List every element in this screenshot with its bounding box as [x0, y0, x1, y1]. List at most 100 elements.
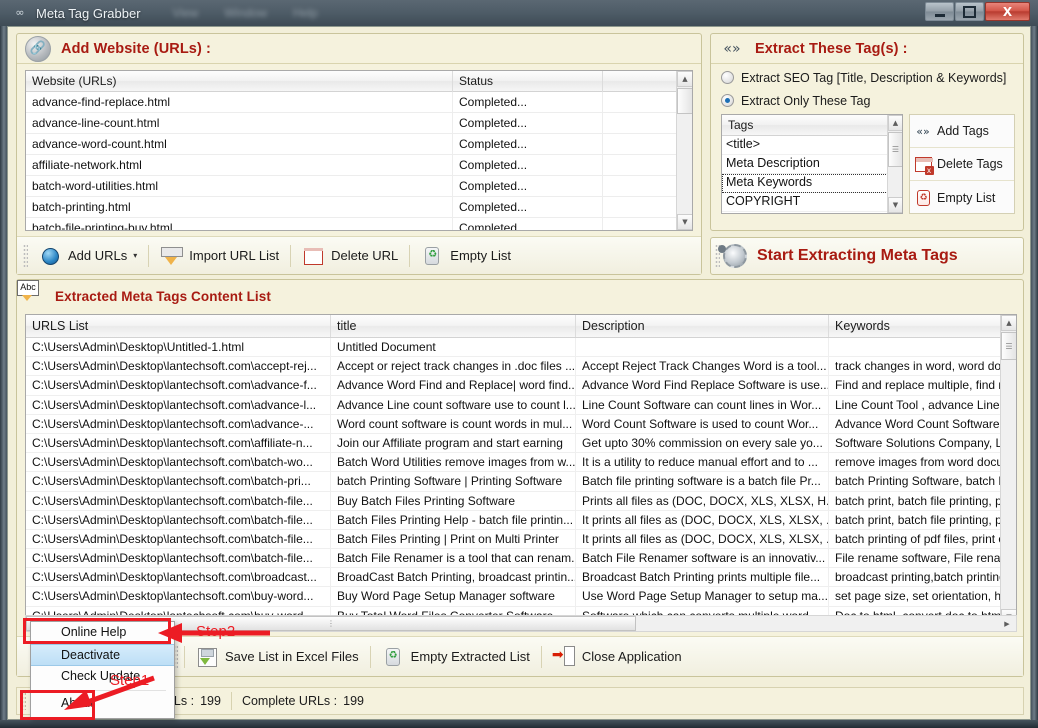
cell-urls-list: C:\Users\Admin\Desktop\Untitled-1.html: [26, 338, 331, 357]
table-row[interactable]: C:\Users\Admin\Desktop\lantechsoft.com\a…: [26, 376, 1016, 396]
table-row[interactable]: C:\Users\Admin\Desktop\lantechsoft.com\b…: [26, 587, 1016, 607]
table-row[interactable]: advance-line-count.html Completed...: [26, 113, 692, 134]
menu-bar[interactable]: View Window Help: [173, 6, 318, 20]
chevron-down-icon[interactable]: ▾: [133, 251, 137, 260]
tag-list-item[interactable]: Meta Description: [722, 155, 902, 174]
extracted-grid-vertical-scrollbar[interactable]: ▲ ☰ ▼: [1000, 315, 1016, 625]
column-header-description[interactable]: Description: [576, 315, 829, 337]
table-row[interactable]: advance-word-count.html Completed...: [26, 134, 692, 155]
import-url-list-label: Import URL List: [189, 248, 280, 263]
hscroll-right-icon[interactable]: ▶: [999, 616, 1015, 631]
tags-scrollbar-thumb[interactable]: ☰: [888, 132, 902, 167]
close-application-button[interactable]: Close Application: [545, 642, 690, 672]
title-bar: ∞ Meta Tag Grabber View Window Help X: [0, 0, 1038, 26]
menu-item-deactivate[interactable]: Deactivate: [31, 644, 174, 666]
tags-column-header[interactable]: Tags: [722, 115, 902, 136]
cell-description: Get upto 30% commission on every sale yo…: [576, 433, 829, 453]
menu-item-help[interactable]: Help: [293, 6, 318, 20]
empty-list-button[interactable]: Empty List: [413, 241, 519, 271]
table-row[interactable]: batch-word-utilities.html Completed...: [26, 176, 692, 197]
table-row[interactable]: C:\Users\Admin\Desktop\lantechsoft.com\a…: [26, 395, 1016, 415]
table-row[interactable]: C:\Users\Admin\Desktop\lantechsoft.com\a…: [26, 433, 1016, 454]
scroll-up-icon[interactable]: ▲: [677, 71, 692, 87]
delete-tags-button[interactable]: Delete Tags: [910, 148, 1014, 181]
table-row[interactable]: C:\Users\Admin\Desktop\lantechsoft.com\b…: [26, 529, 1016, 550]
extracted-scrollbar-thumb[interactable]: ☰: [1001, 332, 1016, 360]
recycle-bin-icon-2: [382, 646, 404, 668]
add-tags-button[interactable]: «» Add Tags: [910, 115, 1014, 148]
cell-description: Use Word Page Setup Manager to setup ma.…: [576, 587, 829, 606]
cell-status: Completed...: [453, 197, 603, 217]
table-row[interactable]: C:\Users\Admin\Desktop\lantechsoft.com\a…: [26, 357, 1016, 377]
cell-keywords: remove images from word docum: [829, 453, 1002, 472]
cell-urls-list: C:\Users\Admin\Desktop\lantechsoft.com\b…: [26, 549, 331, 568]
table-row[interactable]: C:\Users\Admin\Desktop\lantechsoft.com\b…: [26, 568, 1016, 588]
cell-urls-list: C:\Users\Admin\Desktop\lantechsoft.com\b…: [26, 568, 331, 587]
extracted-scroll-up-icon[interactable]: ▲: [1001, 315, 1016, 331]
column-header-status[interactable]: Status: [453, 71, 603, 92]
menu-item-online-help[interactable]: Online Help: [31, 622, 174, 644]
toolbar-grip[interactable]: [23, 243, 28, 268]
start-extracting-button[interactable]: Start Extracting Meta Tags: [710, 237, 1024, 275]
add-urls-button[interactable]: Add URLs ▾: [31, 241, 145, 271]
column-header-blank[interactable]: [603, 71, 678, 92]
cell-keywords: broadcast printing,batch printing o: [829, 568, 1002, 587]
globe-icon: [39, 245, 61, 267]
radio-extract-only-these-tag[interactable]: Extract Only These Tag: [721, 91, 1023, 110]
tags-vertical-scrollbar[interactable]: ▲ ☰ ▼: [887, 115, 902, 213]
table-row[interactable]: C:\Users\Admin\Desktop\Untitled-1.html Un…: [26, 338, 1016, 358]
close-button[interactable]: X: [985, 2, 1030, 21]
urls-grid-vertical-scrollbar[interactable]: ▲ ▼: [676, 71, 692, 230]
save-list-label: Save List in Excel Files: [225, 649, 359, 664]
column-header-keywords[interactable]: Keywords: [829, 315, 1002, 337]
column-header-website-urls[interactable]: Website (URLs): [26, 71, 453, 92]
menu-item-view[interactable]: View: [173, 6, 199, 20]
radio-extract-seo-tag[interactable]: Extract SEO Tag [Title, Description & Ke…: [721, 68, 1023, 87]
menu-item-check-update[interactable]: Check Update: [31, 666, 174, 688]
column-header-urls-list[interactable]: URLS List: [26, 315, 331, 337]
table-row[interactable]: affiliate-network.html Completed...: [26, 155, 692, 176]
extract-tags-panel-header: «» Extract These Tag(s) :: [711, 34, 1023, 64]
tag-list-item[interactable]: Meta Keywords: [722, 174, 902, 193]
urls-grid[interactable]: Website (URLs) Status advance-find-repla…: [25, 70, 693, 231]
statusbar-divider: [230, 692, 232, 710]
table-row[interactable]: C:\Users\Admin\Desktop\lantechsoft.com\b…: [26, 472, 1016, 492]
tag-list-item[interactable]: COPYRIGHT: [722, 193, 902, 212]
table-row[interactable]: advance-find-replace.html Completed...: [26, 92, 692, 113]
table-row[interactable]: C:\Users\Admin\Desktop\lantechsoft.com\b…: [26, 549, 1016, 569]
delete-url-button[interactable]: Delete URL: [294, 241, 406, 271]
menu-item-window[interactable]: Window: [224, 6, 267, 20]
cell-description: Prints all files as (DOC, DOCX, XLS, XLS…: [576, 491, 829, 510]
extract-tags-panel-title: Extract These Tag(s) :: [755, 40, 908, 57]
maximize-button[interactable]: [955, 2, 984, 21]
cell-keywords: Find and replace multiple, find rep: [829, 376, 1002, 395]
menu-item-about[interactable]: About: [31, 693, 174, 715]
scroll-down-icon[interactable]: ▼: [677, 214, 692, 230]
radio-button-off-icon[interactable]: [721, 71, 734, 84]
tags-scroll-down-icon[interactable]: ▼: [888, 197, 902, 213]
table-row[interactable]: C:\Users\Admin\Desktop\lantechsoft.com\a…: [26, 414, 1016, 434]
ext-toolbar-sep-0: [184, 645, 185, 668]
extracted-grid[interactable]: URLS List title Description Keywords C:\…: [25, 314, 1017, 626]
tags-scroll-up-icon[interactable]: ▲: [888, 115, 902, 131]
tags-list[interactable]: Tags <title> Meta Description Meta Keyword…: [721, 114, 903, 214]
empty-extracted-list-button[interactable]: Empty Extracted List: [374, 642, 538, 672]
scrollbar-thumb[interactable]: [677, 88, 692, 114]
minimize-button[interactable]: [925, 2, 954, 21]
context-menu[interactable]: Online Help Deactivate Check Update Abou…: [30, 621, 175, 719]
table-row[interactable]: C:\Users\Admin\Desktop\lantechsoft.com\b…: [26, 453, 1016, 473]
save-list-excel-button[interactable]: Save List in Excel Files: [188, 642, 367, 672]
empty-tag-list-button[interactable]: Empty List: [910, 181, 1014, 214]
column-header-title[interactable]: title: [331, 315, 576, 337]
table-row[interactable]: C:\Users\Admin\Desktop\lantechsoft.com\b…: [26, 510, 1016, 530]
tag-list-item[interactable]: <title>: [722, 136, 902, 155]
delete-url-label: Delete URL: [331, 248, 399, 263]
window-bottom-border: [0, 720, 1038, 728]
recycle-bin-icon: [421, 245, 443, 267]
table-row[interactable]: batch-file-printing-buy.html Completed...: [26, 218, 692, 230]
table-row[interactable]: C:\Users\Admin\Desktop\lantechsoft.com\b…: [26, 491, 1016, 511]
radio-button-on-icon[interactable]: [721, 94, 734, 107]
table-row[interactable]: batch-printing.html Completed...: [26, 197, 692, 218]
import-url-list-button[interactable]: Import URL List: [152, 241, 287, 271]
cell-keywords: Software Solutions Company, Lant: [829, 433, 1002, 453]
